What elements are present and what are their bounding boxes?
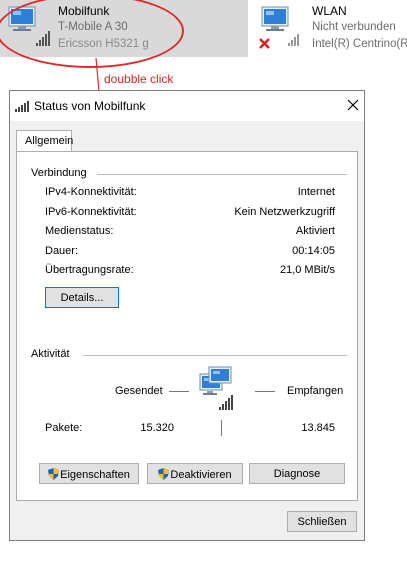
- close-button-label: Schließen: [297, 516, 347, 528]
- media-status-value: Aktiviert: [295, 225, 335, 237]
- details-button-label: Details...: [60, 292, 104, 304]
- adapter-status: Nicht verbunden: [312, 21, 396, 33]
- received-line: [255, 391, 275, 392]
- divider: [97, 174, 347, 175]
- sent-label: Gesendet: [115, 385, 163, 397]
- dialog-title: Status von Mobilfunk: [34, 99, 146, 113]
- packets-divider: [221, 420, 222, 436]
- properties-button-label: Eigenschaften: [60, 469, 130, 481]
- title-bar: Status von Mobilfunk: [10, 91, 364, 121]
- group-heading-connection: Verbindung: [31, 167, 87, 179]
- uac-shield-icon: [158, 468, 170, 480]
- sent-line: [169, 391, 189, 392]
- tab-panel: Verbindung IPv4-Konnektivität: Internet …: [16, 151, 358, 501]
- transfer-rate-label: Übertragungsrate:: [45, 264, 134, 276]
- diagnose-button-label: Diagnose: [273, 468, 321, 480]
- details-button[interactable]: Details...: [45, 287, 119, 308]
- media-status-label: Medienstatus:: [45, 225, 114, 237]
- network-activity-icon: [199, 366, 233, 410]
- status-dialog: Status von Mobilfunk Allgemein Verbindun…: [9, 90, 365, 541]
- adapter-wlan[interactable]: WLAN Nicht verbunden Intel(R) Centrino(R: [252, 0, 407, 57]
- adapter-name: WLAN: [312, 4, 347, 18]
- adapter-device: Intel(R) Centrino(R: [312, 38, 407, 50]
- packets-label: Pakete:: [45, 422, 83, 434]
- signal-bars-icon: [288, 34, 299, 46]
- close-icon[interactable]: [346, 98, 360, 112]
- network-adapter-icon: [259, 6, 299, 49]
- disable-button-label: Deaktivieren: [170, 469, 232, 481]
- tab-label: Allgemein: [25, 135, 74, 147]
- packets-received-value: 13.845: [301, 422, 335, 434]
- ipv6-label: IPv6-Konnektivität:: [45, 206, 137, 218]
- signal-bars-icon: [15, 101, 29, 112]
- duration-value: 00:14:05: [292, 245, 335, 257]
- ipv4-value: Internet: [297, 186, 335, 198]
- disconnected-x-icon: [259, 38, 270, 49]
- diagnose-button[interactable]: Diagnose: [249, 463, 345, 484]
- tab-allgemein[interactable]: Allgemein: [16, 130, 74, 152]
- group-heading-activity: Aktivität: [31, 348, 70, 360]
- close-button[interactable]: Schließen: [287, 511, 357, 532]
- divider: [83, 355, 347, 356]
- properties-button[interactable]: Eigenschaften: [39, 463, 139, 484]
- ipv6-value: Kein Netzwerkzugriff: [234, 206, 335, 218]
- uac-shield-icon: [48, 468, 60, 480]
- packets-sent-value: 15.320: [140, 422, 174, 434]
- duration-label: Dauer:: [45, 245, 79, 257]
- annotation-text: doubble click: [104, 72, 174, 86]
- disable-button[interactable]: Deaktivieren: [147, 463, 243, 484]
- received-label: Empfangen: [287, 385, 344, 397]
- ipv4-label: IPv4-Konnektivität:: [45, 186, 137, 198]
- transfer-rate-value: 21,0 MBit/s: [279, 264, 335, 276]
